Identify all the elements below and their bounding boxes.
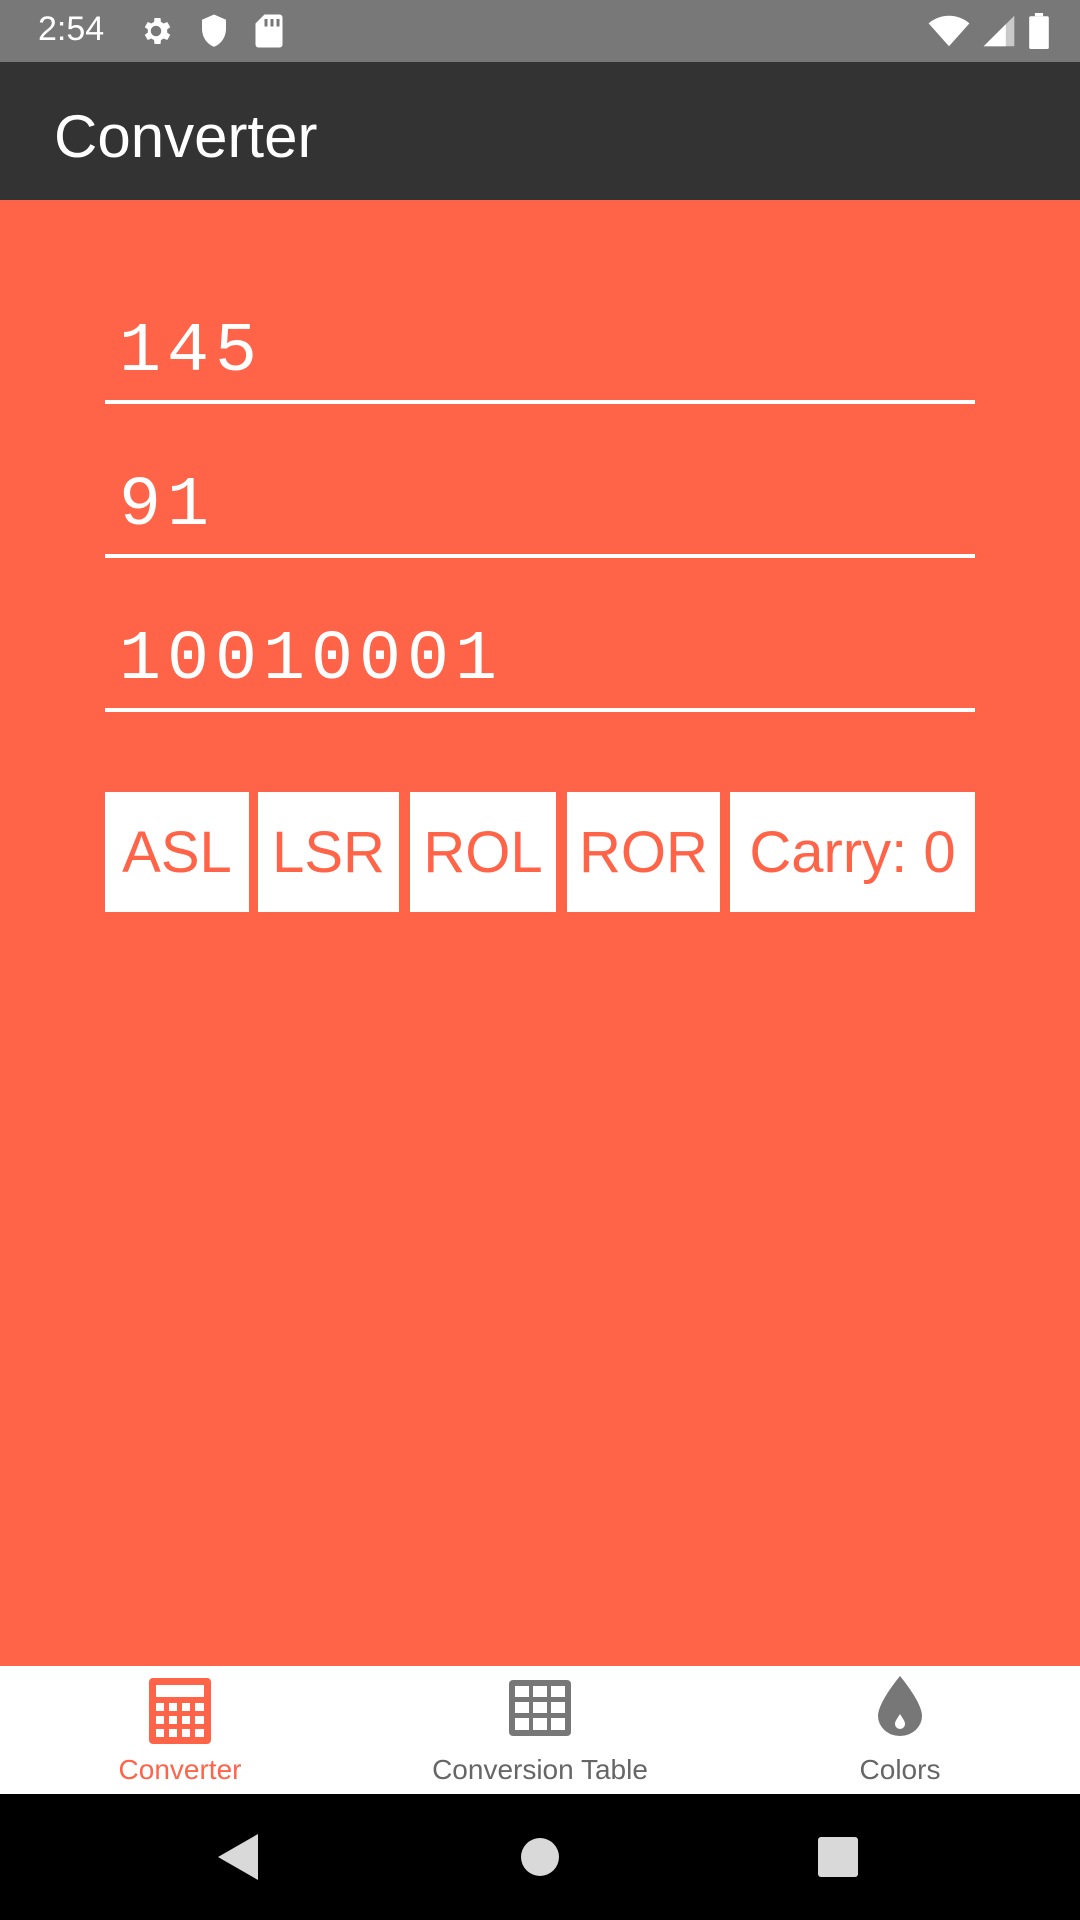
rol-button[interactable]: ROL xyxy=(410,792,556,912)
back-button[interactable] xyxy=(178,1794,298,1920)
decimal-input[interactable] xyxy=(119,304,959,400)
system-navigation-bar xyxy=(0,1794,1080,1920)
nav-item-conversion-table[interactable]: Conversion Table xyxy=(360,1666,720,1794)
recents-button[interactable] xyxy=(778,1794,898,1920)
table-icon xyxy=(509,1680,571,1736)
binary-input[interactable] xyxy=(119,612,959,708)
bottom-navigation: Converter Conversion Table Colors xyxy=(0,1666,1080,1794)
battery-icon xyxy=(1029,13,1049,49)
converter-content: ASL LSR ROL ROR Carry: 0 xyxy=(0,200,1080,1666)
back-icon xyxy=(218,1834,258,1880)
recents-icon xyxy=(818,1837,858,1877)
ror-button[interactable]: ROR xyxy=(567,792,720,912)
home-button[interactable] xyxy=(480,1794,600,1920)
lsr-button[interactable]: LSR xyxy=(258,792,399,912)
nav-label-colors: Colors xyxy=(859,1754,941,1785)
decimal-field xyxy=(105,304,975,404)
carry-button[interactable]: Carry: 0 xyxy=(730,792,975,912)
wifi-icon xyxy=(928,15,970,47)
gear-icon xyxy=(144,17,171,45)
page-title: Converter xyxy=(54,103,318,170)
nav-item-converter[interactable]: Converter xyxy=(0,1666,360,1794)
nav-label-conversion-table: Conversion Table xyxy=(432,1754,648,1785)
status-time: 2:54 xyxy=(38,10,105,48)
signal-icon xyxy=(983,15,1015,47)
calculator-icon xyxy=(149,1678,211,1744)
binary-field xyxy=(105,612,975,712)
hex-field xyxy=(105,458,975,558)
hex-input[interactable] xyxy=(119,458,959,554)
nav-item-colors[interactable]: Colors xyxy=(720,1666,1080,1794)
app-bar: Converter xyxy=(0,62,1080,200)
home-icon xyxy=(521,1838,559,1876)
sd-card-icon xyxy=(255,14,283,48)
status-bar: 2:54 xyxy=(0,0,1080,62)
asl-button[interactable]: ASL xyxy=(105,792,249,912)
shield-icon xyxy=(202,14,226,47)
drop-icon xyxy=(878,1676,922,1736)
status-icons-left xyxy=(138,13,284,49)
status-icons-right xyxy=(928,13,1050,49)
